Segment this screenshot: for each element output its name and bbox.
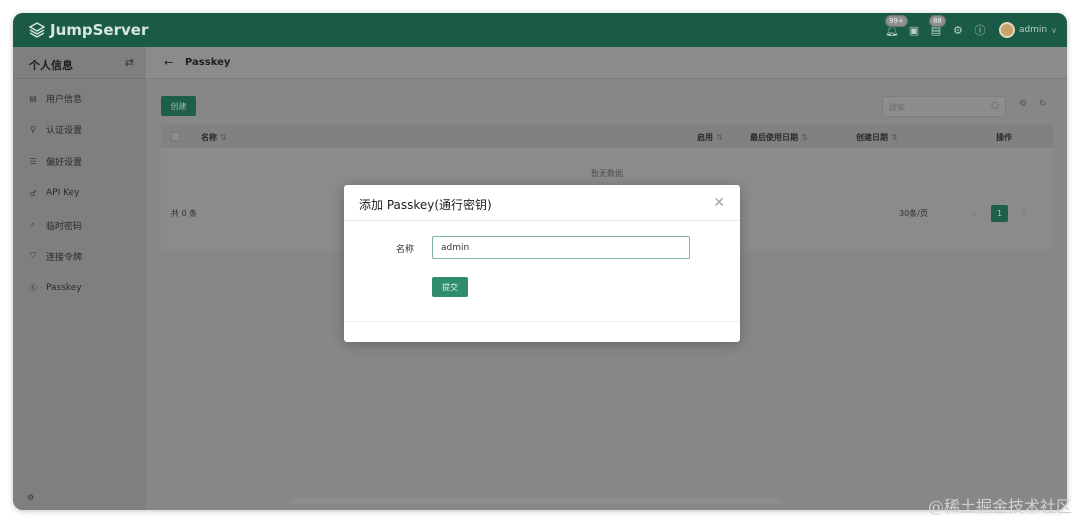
empty-state: 暂无数据 [591,169,623,178]
sidebar-footer-settings-icon[interactable]: ⚙ [27,493,34,502]
total-count: 共 0 条 [171,209,198,218]
key-icon: ♂ [29,188,37,198]
page-size-select[interactable]: 30条/页 [899,208,928,219]
table-settings-gear-icon[interactable]: ⚙ [1019,99,1027,109]
sort-icon: ⇅ [891,133,898,142]
help-icon: ⓘ [974,24,986,37]
sidebar-item-label: 临时密码 [46,221,83,232]
page-header: ← Passkey [146,47,1067,79]
dialog-title: 添加 Passkey(通行密钥) [359,198,492,212]
sidebar-item-user-info[interactable]: ▤ 用户信息 [27,91,82,105]
dialog-footer-divider [344,321,740,322]
sidebar-item-label: 连接令牌 [46,252,83,263]
column-enabled[interactable]: 启用 ⇅ [697,132,723,143]
logo[interactable]: JumpServer [29,21,148,39]
web-terminal-button[interactable]: ▣ [903,13,925,47]
watermark-text: @稀土掘金技术社区 [927,497,1072,516]
back-arrow-icon[interactable]: ← [164,56,173,69]
sidebar-item-label: Passkey [46,283,82,293]
sidebar-item-label: API Key [46,188,80,198]
avatar[interactable] [998,22,1015,38]
select-all-checkbox[interactable] [171,132,180,141]
top-header: JumpServer 🔔︎ 99+ ▣ ▤ 88 ⚙ ⓘ admin ∨ [13,13,1067,47]
sidebar-title: 个人信息 [29,59,73,72]
horizontal-scrollbar[interactable] [291,498,781,504]
close-icon[interactable]: ✕ [713,196,725,210]
refresh-icon[interactable]: ↻ [1039,99,1047,109]
sidebar-item-temp-password[interactable]: ⌕ 临时密码 [27,218,82,232]
sidebar-item-api-key[interactable]: ♂ API Key [27,186,79,200]
app-window: JumpServer 🔔︎ 99+ ▣ ▤ 88 ⚙ ⓘ admin ∨ 个人信… [13,13,1067,510]
add-passkey-dialog: 添加 Passkey(通行密钥) ✕ 名称 提交 [344,185,740,342]
search-input[interactable]: 搜索 ○ [882,96,1006,117]
sidebar-item-label: 用户信息 [46,94,83,105]
submit-button[interactable]: 提交 [432,277,468,297]
column-enabled-label: 启用 [697,133,713,142]
prev-page-button[interactable]: ‹ [966,205,982,221]
sort-icon: ⇅ [220,133,227,142]
table-header: 名称 ⇅ 启用 ⇅ 最后使用日期 ⇅ 创建日期 ⇅ 操作 [161,124,1053,148]
sliders-icon: ☰ [29,156,37,166]
header-toolbar: 🔔︎ 99+ ▣ ▤ 88 ⚙ ⓘ admin ∨ [881,13,1057,47]
logo-text: JumpServer [50,21,149,39]
sidebar-item-preferences[interactable]: ☰ 偏好设置 [27,154,82,168]
name-field-label: 名称 [396,245,415,255]
user-auth-icon: ♀ [30,124,36,134]
ticket-button[interactable]: ▤ 88 [925,13,947,47]
gear-icon: ⚙ [953,23,963,37]
ticket-badge: 88 [928,15,946,27]
terminal-icon: ▣ [908,23,920,37]
dialog-header: 添加 Passkey(通行密钥) ✕ [344,185,740,221]
id-card-icon: ▤ [29,93,37,103]
sidebar-header: 个人信息 ⇄ [13,47,146,79]
switch-icon[interactable]: ⇄ [125,56,134,69]
column-created-label: 创建日期 [856,133,888,142]
help-button[interactable]: ⓘ [969,13,991,47]
sidebar-item-label: 认证设置 [46,125,83,136]
sort-icon: ⇅ [716,133,723,142]
password-icon: ⌕ [30,220,36,229]
notification-button[interactable]: 🔔︎ 99+ [881,13,908,47]
create-button[interactable]: 创建 [161,96,196,116]
sidebar-item-passkey[interactable]: Ⓢ Passkey [27,281,82,295]
name-field[interactable] [432,236,690,259]
sort-icon: ⇅ [801,133,808,142]
column-last-used-label: 最后使用日期 [750,133,798,142]
page-1-button[interactable]: 1 [991,205,1008,222]
next-page-button[interactable]: › [1016,205,1032,221]
column-created[interactable]: 创建日期 ⇅ [856,132,898,143]
sidebar-item-connection-token[interactable]: ⛉ 连接令牌 [27,249,82,263]
chevron-down-icon[interactable]: ∨ [1051,26,1057,35]
settings-button[interactable]: ⚙ [947,13,969,47]
sidebar-item-auth-settings[interactable]: ♀ 认证设置 [27,122,82,136]
jumpserver-logo-icon [29,22,45,38]
sidebar-item-label: 偏好设置 [46,157,83,168]
user-name[interactable]: admin [1019,25,1047,35]
token-icon: ⛉ [30,251,36,260]
column-name[interactable]: 名称 ⇅ [201,132,227,143]
search-icon[interactable]: ○ [991,101,999,111]
column-name-label: 名称 [201,133,217,142]
column-actions: 操作 [996,133,1012,142]
sidebar: 个人信息 ⇄ ▤ 用户信息 ♀ 认证设置 ☰ 偏好设置 ♂ API Key ⌕ … [13,47,146,510]
column-last-used[interactable]: 最后使用日期 ⇅ [750,132,808,143]
page-title: Passkey [185,57,231,68]
search-placeholder: 搜索 [889,103,905,112]
passkey-icon: Ⓢ [29,283,37,293]
